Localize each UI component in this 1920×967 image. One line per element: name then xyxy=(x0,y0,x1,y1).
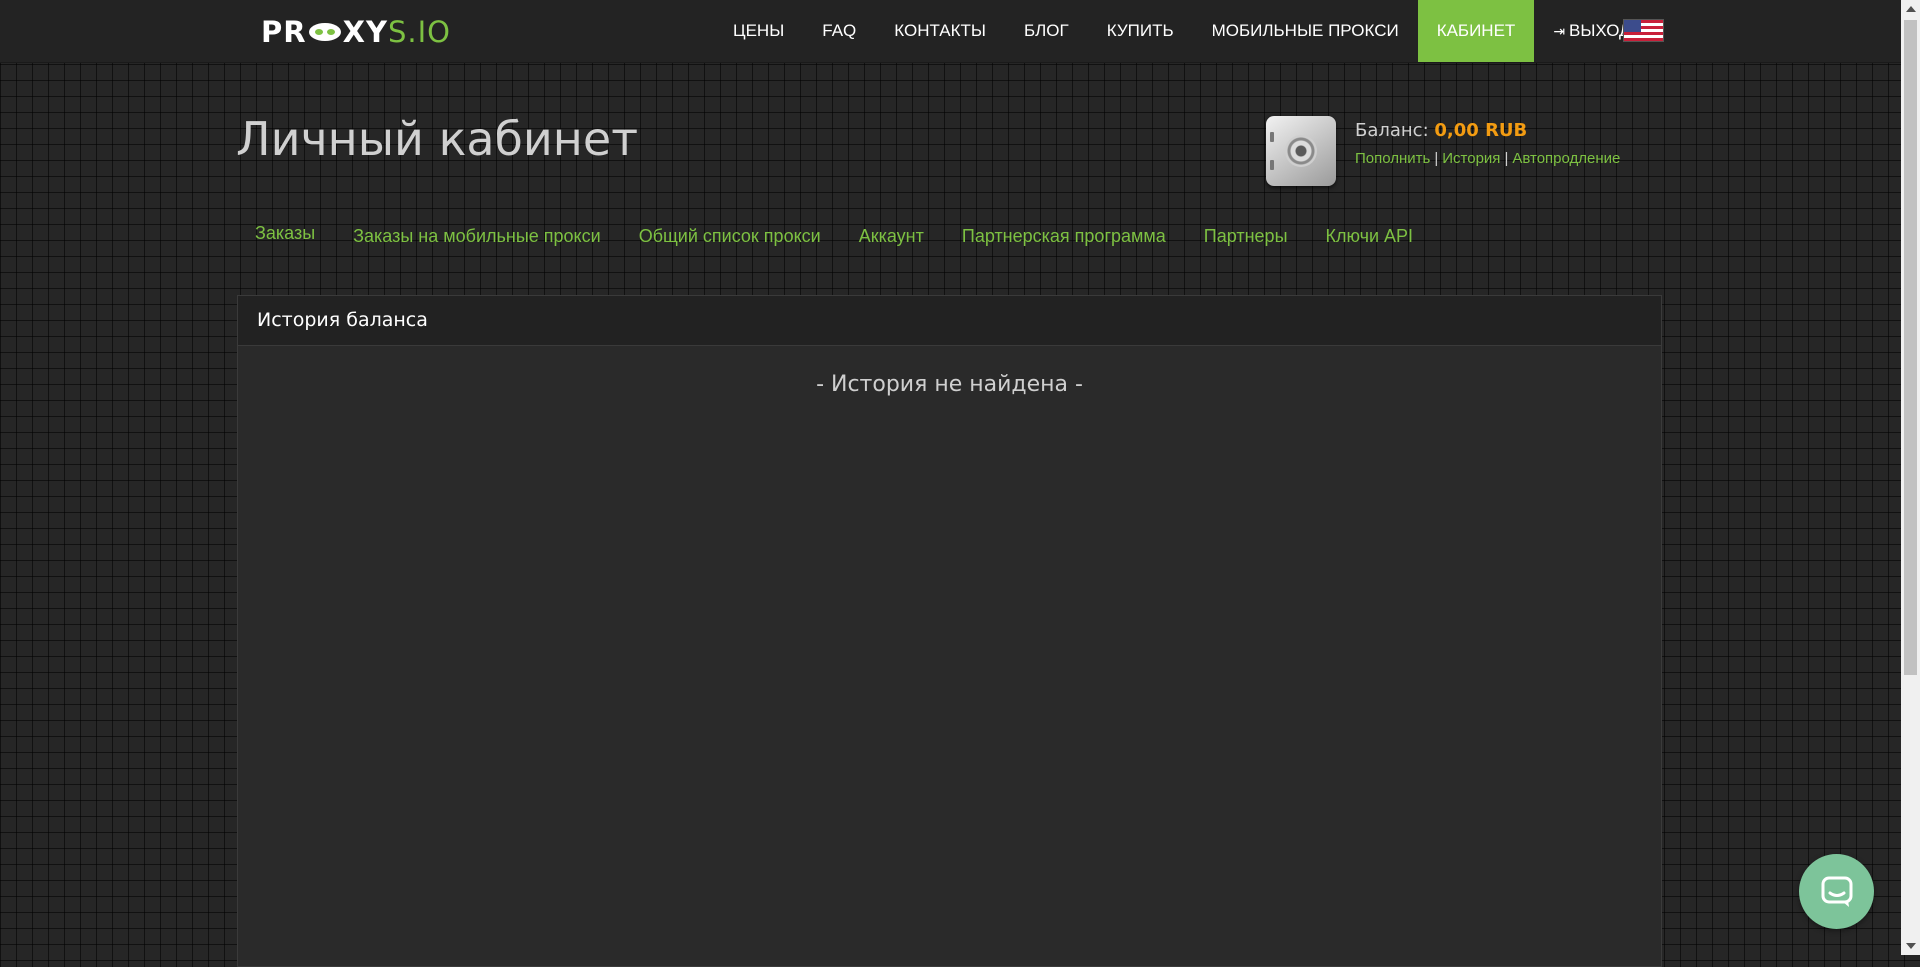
history-link[interactable]: История xyxy=(1442,150,1500,167)
autorenew-link[interactable]: Автопродление xyxy=(1512,150,1620,167)
subnav-item-orders[interactable]: Заказы xyxy=(236,223,334,244)
nav-item-faq[interactable]: FAQ xyxy=(803,0,875,62)
nav-item-contacts[interactable]: КОНТАКТЫ xyxy=(875,0,1005,62)
site-logo[interactable]: PR XY S.IO xyxy=(261,15,451,49)
empty-state-text: - История не найдена - xyxy=(816,372,1083,397)
subnav-item-affiliate[interactable]: Партнерская программа xyxy=(943,226,1185,247)
balance-label: Баланс: xyxy=(1355,120,1429,141)
balance-history-panel: История баланса - История не найдена - xyxy=(237,295,1662,967)
safe-dial xyxy=(1285,135,1317,167)
top-navbar: PR XY S.IO ЦЕНЫ FAQ КОНТАКТЫ БЛОГ КУПИТЬ… xyxy=(0,0,1901,63)
nav-item-blog[interactable]: БЛОГ xyxy=(1005,0,1088,62)
safe-icon xyxy=(1266,116,1336,186)
cabinet-subnav: Заказы Заказы на мобильные прокси Общий … xyxy=(236,223,1433,247)
logout-label: ВЫХОД xyxy=(1569,21,1631,40)
nav-item-cabinet[interactable]: КАБИНЕТ xyxy=(1417,0,1535,62)
mask-icon xyxy=(308,22,342,42)
chat-button[interactable] xyxy=(1799,854,1874,929)
page-scrollbar[interactable] xyxy=(1901,0,1920,955)
subnav-item-account[interactable]: Аккаунт xyxy=(840,226,943,247)
us-flag-icon[interactable] xyxy=(1623,19,1664,42)
chat-icon xyxy=(1821,876,1853,907)
safe-hinge-top xyxy=(1270,132,1274,142)
topup-link[interactable]: Пополнить xyxy=(1355,150,1430,167)
nav-item-mobile-proxy[interactable]: МОБИЛЬНЫЕ ПРОКСИ xyxy=(1193,0,1418,62)
scrollbar-thumb[interactable] xyxy=(1904,20,1917,675)
subnav-item-partners[interactable]: Партнеры xyxy=(1185,226,1307,247)
flag-canton xyxy=(1624,20,1641,32)
separator: | xyxy=(1504,150,1509,167)
scroll-down-icon[interactable] xyxy=(1906,943,1916,949)
main-nav: ЦЕНЫ FAQ КОНТАКТЫ БЛОГ КУПИТЬ МОБИЛЬНЫЕ … xyxy=(714,0,1650,62)
nav-item-buy[interactable]: КУПИТЬ xyxy=(1088,0,1193,62)
scroll-up-icon[interactable] xyxy=(1906,6,1916,12)
balance-value: 0,00 RUB xyxy=(1434,120,1528,141)
separator: | xyxy=(1434,150,1439,167)
logo-text-left: PR xyxy=(261,15,307,49)
safe-hinge-bottom xyxy=(1270,160,1274,170)
balance-line: Баланс: 0,00 RUB xyxy=(1355,120,1527,141)
subnav-item-api-keys[interactable]: Ключи API xyxy=(1307,226,1433,247)
subnav-item-proxy-list[interactable]: Общий список прокси xyxy=(620,226,840,247)
logo-text-suffix: S.IO xyxy=(387,15,451,49)
nav-item-prices[interactable]: ЦЕНЫ xyxy=(714,0,803,62)
panel-title: История баланса xyxy=(238,296,1661,346)
logout-icon: ⇥ xyxy=(1553,23,1566,39)
subnav-item-mobile-orders[interactable]: Заказы на мобильные прокси xyxy=(334,226,620,247)
page-title: Личный кабинет xyxy=(236,112,638,166)
balance-links: Пополнить | История | Автопродление xyxy=(1355,150,1620,167)
logo-text-right: XY xyxy=(342,15,388,49)
